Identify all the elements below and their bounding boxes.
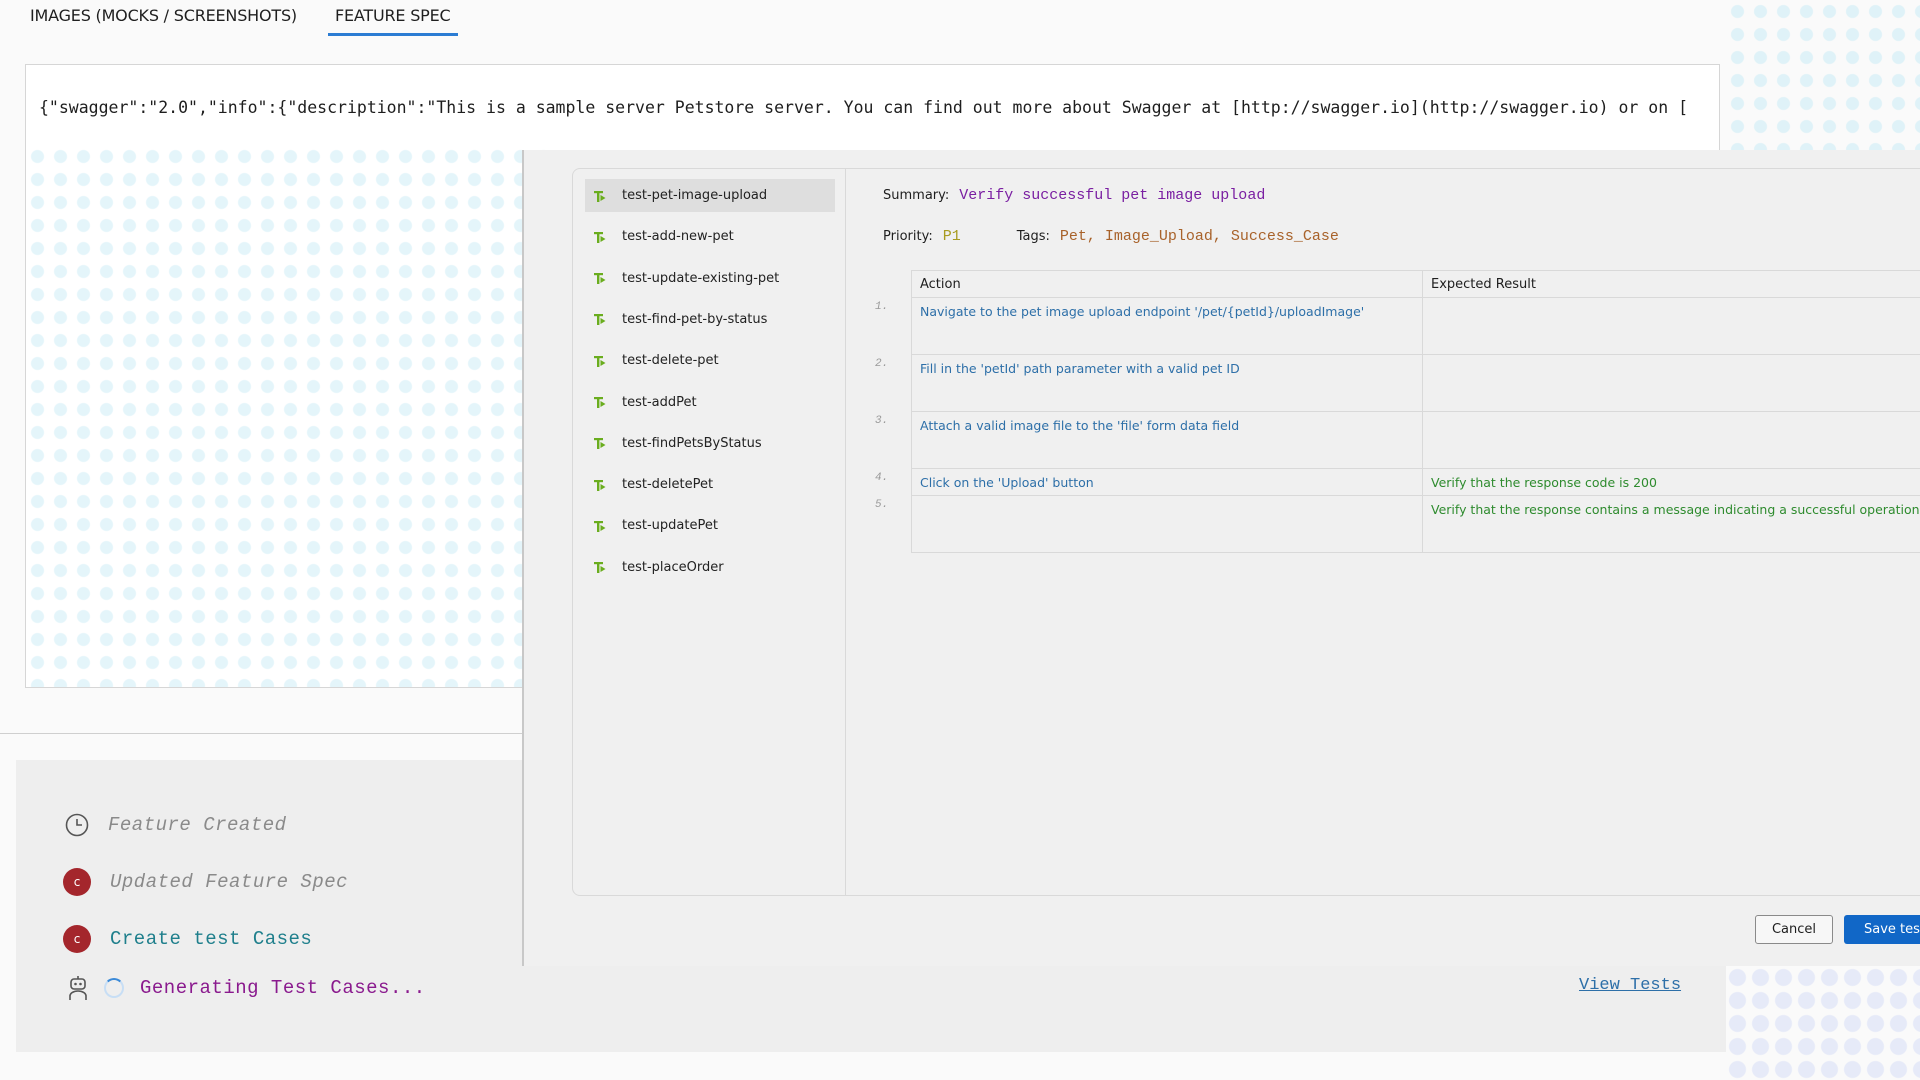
divider	[0, 733, 522, 734]
decorative-dots	[1726, 0, 1920, 150]
test-name: test-placeOrder	[622, 559, 724, 575]
table-row: 3. Attach a valid image file to the 'file…	[875, 411, 1920, 469]
summary-value: Verify successful pet image upload	[959, 187, 1266, 204]
test-cases-container: test-pet-image-upload test-add-new-pet tes…	[572, 168, 1920, 896]
timeline-item: Generating Test Cases...	[66, 975, 426, 1001]
tab-feature-spec[interactable]: FEATURE SPEC	[328, 6, 457, 36]
test-list-item[interactable]: test-delete-pet	[585, 344, 835, 377]
clock-icon	[65, 813, 89, 837]
decorative-dots	[1726, 966, 1920, 1080]
column-header-expected: Expected Result	[1422, 270, 1920, 298]
step-number: 3.	[875, 414, 889, 427]
step-action[interactable]	[911, 495, 1423, 553]
timeline-item: c Create test Cases	[63, 925, 312, 953]
test-list-item[interactable]: test-addPet	[585, 386, 835, 419]
step-number: 2.	[875, 357, 889, 370]
test-case-icon	[594, 190, 606, 202]
timeline-item: Feature Created	[64, 812, 287, 838]
test-name: test-delete-pet	[622, 353, 719, 369]
test-cases-modal: test-pet-image-upload test-add-new-pet tes…	[522, 150, 1920, 966]
avatar: c	[63, 925, 91, 953]
test-name: test-pet-image-upload	[622, 188, 768, 203]
steps-table: Action Expected Result 1. Navigate to the…	[875, 270, 1920, 553]
tags-value: Pet, Image_Upload, Success_Case	[1059, 228, 1339, 245]
test-name: test-updatePet	[622, 518, 718, 534]
test-list-item[interactable]: test-update-existing-pet	[585, 262, 835, 295]
priority-row: Priority: P1 Tags: Pet, Image_Upload, Su…	[883, 228, 1339, 245]
test-name: test-add-new-pet	[622, 229, 734, 245]
test-list-item[interactable]: test-findPetsByStatus	[585, 427, 835, 460]
tab-images[interactable]: IMAGES (MOCKS / SCREENSHOTS)	[30, 6, 297, 25]
robot-icon	[69, 976, 87, 1000]
table-header-row: Action Expected Result	[875, 270, 1920, 298]
step-expected[interactable]	[1422, 297, 1920, 355]
test-name: test-addPet	[622, 394, 697, 410]
test-name: test-deletePet	[622, 477, 714, 493]
table-row: 2. Fill in the 'petId' path parameter wit…	[875, 354, 1920, 412]
step-number: 1.	[875, 300, 889, 313]
test-case-icon	[594, 562, 606, 574]
step-number: 5.	[875, 498, 889, 511]
loading-spinner	[104, 978, 124, 998]
column-header-action: Action	[911, 270, 1423, 298]
timeline-item: c Updated Feature Spec	[63, 868, 348, 896]
decorative-dots	[26, 145, 546, 687]
test-case-icon	[594, 438, 606, 450]
tags-label: Tags:	[1016, 229, 1050, 244]
avatar: c	[63, 868, 91, 896]
step-action[interactable]: Navigate to the pet image upload endpoin…	[911, 297, 1423, 355]
test-case-icon	[594, 231, 606, 243]
step-action[interactable]: Click on the 'Upload' button	[911, 468, 1423, 496]
timeline-label: Create test Cases	[110, 928, 313, 950]
test-case-icon	[594, 397, 606, 408]
timeline-label: Updated Feature Spec	[110, 871, 349, 893]
priority-label: Priority:	[883, 229, 933, 244]
step-expected[interactable]	[1422, 411, 1920, 469]
cancel-button[interactable]: Cancel	[1755, 915, 1833, 944]
step-action[interactable]: Fill in the 'petId' path parameter with …	[911, 354, 1423, 412]
step-number: 4.	[875, 471, 889, 484]
test-list: test-pet-image-upload test-add-new-pet tes…	[573, 169, 846, 895]
test-list-item[interactable]: test-pet-image-upload	[585, 179, 835, 212]
step-expected[interactable]: Verify that the response contains a mess…	[1422, 495, 1920, 553]
test-case-icon	[594, 273, 606, 285]
test-list-item[interactable]: test-deletePet	[585, 468, 835, 501]
test-list-item[interactable]: test-placeOrder	[585, 551, 835, 584]
step-action[interactable]: Attach a valid image file to the 'file' …	[911, 411, 1423, 469]
test-name: test-findPetsByStatus	[622, 435, 762, 451]
test-detail: Summary: Verify successful pet image upl…	[845, 169, 1920, 895]
step-number-header	[875, 271, 912, 298]
test-case-icon	[594, 355, 606, 367]
timeline-label: Feature Created	[108, 814, 287, 836]
test-case-icon	[594, 314, 606, 326]
table-row: 1. Navigate to the pet image upload endpo…	[875, 297, 1920, 355]
table-row: 4. Click on the 'Upload' button Verify tha…	[875, 468, 1920, 496]
test-case-icon	[594, 520, 606, 532]
table-row: 5. Verify that the response contains a me…	[875, 495, 1920, 553]
priority-value: P1	[942, 228, 961, 245]
test-name: test-find-pet-by-status	[622, 311, 768, 327]
step-expected[interactable]: Verify that the response code is 200	[1422, 468, 1920, 496]
step-expected[interactable]	[1422, 354, 1920, 412]
summary-label: Summary:	[883, 188, 950, 203]
test-case-icon	[594, 479, 606, 491]
tab-bar: IMAGES (MOCKS / SCREENSHOTS) FEATURE SPE…	[0, 0, 1726, 40]
test-list-item[interactable]: test-updatePet	[585, 509, 835, 542]
summary-row: Summary: Verify successful pet image upl…	[883, 187, 1265, 204]
view-tests-link[interactable]: View Tests	[1579, 976, 1681, 995]
save-tests-button[interactable]: Save tests	[1844, 915, 1920, 944]
feature-spec-text: {"swagger":"2.0","info":{"description":"…	[39, 98, 1689, 117]
test-list-item[interactable]: test-find-pet-by-status	[585, 303, 835, 336]
test-name: test-update-existing-pet	[622, 270, 780, 286]
test-list-item[interactable]: test-add-new-pet	[585, 220, 835, 253]
timeline-label: Generating Test Cases...	[140, 977, 426, 999]
